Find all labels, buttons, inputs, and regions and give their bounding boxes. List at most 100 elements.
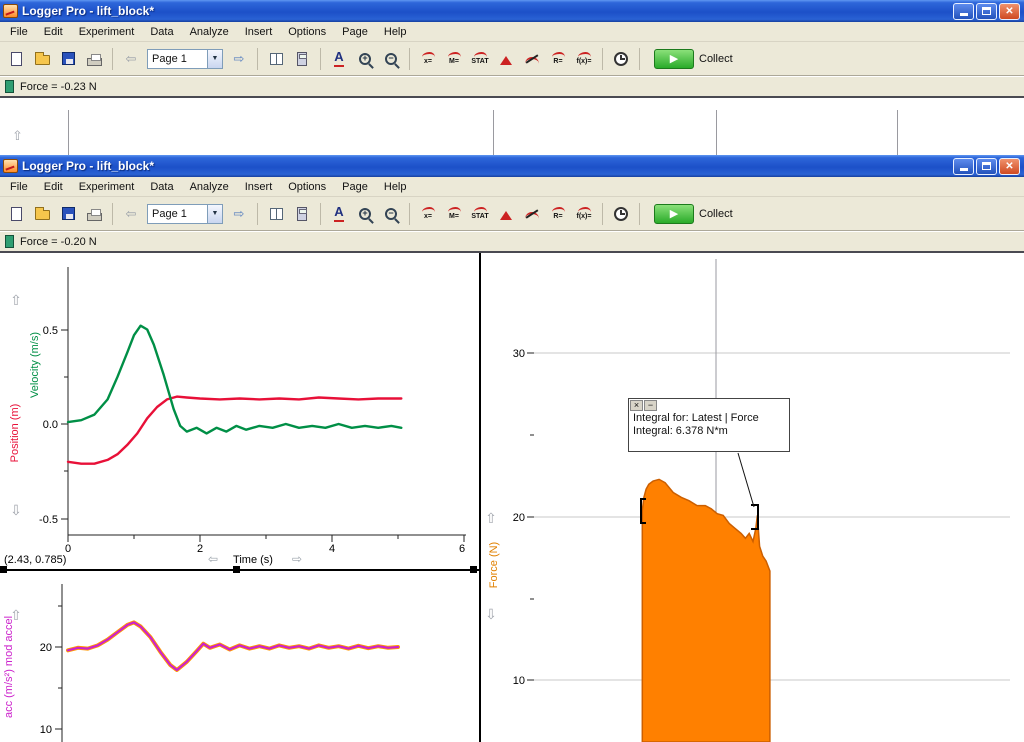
next-page-button[interactable]: ⇨ xyxy=(227,201,251,227)
new-file-button[interactable] xyxy=(4,46,28,72)
pan-left-icon[interactable]: ⇦ xyxy=(208,552,218,566)
statistics-button[interactable]: STAT xyxy=(468,46,492,72)
x-tick-label: 2 xyxy=(197,543,203,555)
dropdown-icon[interactable]: ▼ xyxy=(207,50,222,68)
model-button[interactable]: f(x)= xyxy=(572,46,596,72)
page-content: 0.5 0.0 -0.5 0 2 4 6 Time (s) ⇦ ⇨ (2.43,… xyxy=(0,253,1024,742)
statistics-button[interactable]: STAT xyxy=(468,201,492,227)
pan-up-icon[interactable]: ⇧ xyxy=(485,510,497,526)
menu-item-help[interactable]: Help xyxy=(376,24,415,40)
minimize-button[interactable] xyxy=(953,158,974,175)
pan-up-icon[interactable]: ⇧ xyxy=(10,607,22,623)
menubar-front: File Edit Experiment Data Analyze Insert… xyxy=(0,177,1024,197)
y-tick-label: 10 xyxy=(40,724,52,736)
position-velocity-graph[interactable]: 0.5 0.0 -0.5 0 2 4 6 Time (s) ⇦ ⇨ (2.43,… xyxy=(0,253,479,570)
page-combobox[interactable]: Page 1 ▼ xyxy=(147,49,223,69)
zoom-out-button[interactable]: − xyxy=(379,201,403,227)
minimize-button[interactable] xyxy=(953,3,974,20)
open-button[interactable] xyxy=(30,201,54,227)
pan-up-icon[interactable]: ⇧ xyxy=(10,292,22,308)
collect-button[interactable]: ▶ xyxy=(654,204,694,224)
menu-item-options[interactable]: Options xyxy=(280,24,334,40)
pan-down-icon[interactable]: ⇩ xyxy=(485,606,497,622)
delta-button[interactable]: M= xyxy=(442,46,466,72)
data-table-button[interactable] xyxy=(264,46,288,72)
save-button[interactable] xyxy=(56,201,80,227)
integral-annotation-box[interactable]: × − Integral for: Latest | Force Integra… xyxy=(628,398,790,452)
force-area xyxy=(642,479,770,742)
annotation-close-button[interactable]: × xyxy=(630,400,643,411)
examine-button[interactable]: x= xyxy=(416,201,440,227)
graph-strip-back[interactable]: ⇧ xyxy=(0,98,1024,155)
autoscale-button[interactable]: A xyxy=(327,46,351,72)
integral-button[interactable] xyxy=(494,46,518,72)
save-button[interactable] xyxy=(56,46,80,72)
zoom-in-button[interactable]: + xyxy=(353,46,377,72)
prev-page-button[interactable]: ⇦ xyxy=(119,201,143,227)
menu-item-analyze[interactable]: Analyze xyxy=(182,179,237,195)
menu-item-edit[interactable]: Edit xyxy=(36,179,71,195)
delta-button[interactable]: M= xyxy=(442,201,466,227)
menu-item-insert[interactable]: Insert xyxy=(237,24,281,40)
calculator-button[interactable] xyxy=(290,201,314,227)
replay-button[interactable] xyxy=(609,201,633,227)
menu-item-experiment[interactable]: Experiment xyxy=(71,24,143,40)
calculator-button[interactable] xyxy=(290,46,314,72)
close-button[interactable]: ✕ xyxy=(999,3,1020,20)
collect-button[interactable]: ▶ xyxy=(654,49,694,69)
menu-item-insert[interactable]: Insert xyxy=(237,179,281,195)
annotation-line2: Integral: 6.378 N*m xyxy=(629,424,789,437)
next-page-button[interactable]: ⇨ xyxy=(227,46,251,72)
titlebar-front[interactable]: Logger Pro - lift_block* ✕ xyxy=(0,155,1024,177)
y-tick-label: 0.0 xyxy=(43,419,58,431)
menu-item-experiment[interactable]: Experiment xyxy=(71,179,143,195)
curve-fit-button[interactable]: R= xyxy=(546,201,570,227)
data-table-button[interactable] xyxy=(264,201,288,227)
autoscale-button[interactable]: A xyxy=(327,201,351,227)
menu-item-edit[interactable]: Edit xyxy=(36,24,71,40)
titlebar-back[interactable]: Logger Pro - lift_block* ✕ xyxy=(0,0,1024,22)
close-button[interactable]: ✕ xyxy=(999,158,1020,175)
curve-fit-button[interactable]: R= xyxy=(546,46,570,72)
model-icon xyxy=(578,52,591,57)
print-button[interactable] xyxy=(82,46,106,72)
data-table-icon xyxy=(270,53,283,65)
x-axis-label: Time (s) xyxy=(233,554,273,566)
menu-item-file[interactable]: File xyxy=(2,24,36,40)
interface-status-icon xyxy=(5,235,14,248)
maximize-button[interactable] xyxy=(976,158,997,175)
menu-item-data[interactable]: Data xyxy=(142,179,181,195)
annotation-collapse-button[interactable]: − xyxy=(644,400,657,411)
menu-item-page[interactable]: Page xyxy=(334,24,376,40)
pan-down-icon[interactable]: ⇩ xyxy=(10,502,22,518)
print-button[interactable] xyxy=(82,201,106,227)
menu-item-data[interactable]: Data xyxy=(142,24,181,40)
model-button[interactable]: f(x)= xyxy=(572,201,596,227)
curve-fit-icon xyxy=(552,52,565,57)
acceleration-graph[interactable]: 20 10 acc (m/s²) mod accel ⇧ xyxy=(0,572,479,742)
force-graph[interactable]: 30 20 10 Force (N) ⇧ ⇩ xyxy=(481,253,1024,742)
menu-item-page[interactable]: Page xyxy=(334,179,376,195)
new-file-button[interactable] xyxy=(4,201,28,227)
menu-item-help[interactable]: Help xyxy=(376,179,415,195)
left-graph-pane: 0.5 0.0 -0.5 0 2 4 6 Time (s) ⇦ ⇨ (2.43,… xyxy=(0,253,479,742)
force-readout-back: Force = -0.23 N xyxy=(20,81,97,93)
menu-item-analyze[interactable]: Analyze xyxy=(182,24,237,40)
toolbar-back: ⇦ Page 1 ▼ ⇨ A + − x= M= STAT R= f(x)= ▶… xyxy=(0,42,1024,76)
dropdown-icon[interactable]: ▼ xyxy=(207,205,222,223)
open-button[interactable] xyxy=(30,46,54,72)
pan-up-icon[interactable]: ⇧ xyxy=(12,128,23,144)
menu-item-options[interactable]: Options xyxy=(280,179,334,195)
tangent-button[interactable] xyxy=(520,46,544,72)
pan-right-icon[interactable]: ⇨ xyxy=(292,552,302,566)
prev-page-button[interactable]: ⇦ xyxy=(119,46,143,72)
menu-item-file[interactable]: File xyxy=(2,179,36,195)
replay-button[interactable] xyxy=(609,46,633,72)
integral-button[interactable] xyxy=(494,201,518,227)
examine-button[interactable]: x= xyxy=(416,46,440,72)
page-combobox[interactable]: Page 1 ▼ xyxy=(147,204,223,224)
zoom-in-button[interactable]: + xyxy=(353,201,377,227)
tangent-button[interactable] xyxy=(520,201,544,227)
maximize-button[interactable] xyxy=(976,3,997,20)
zoom-out-button[interactable]: − xyxy=(379,46,403,72)
